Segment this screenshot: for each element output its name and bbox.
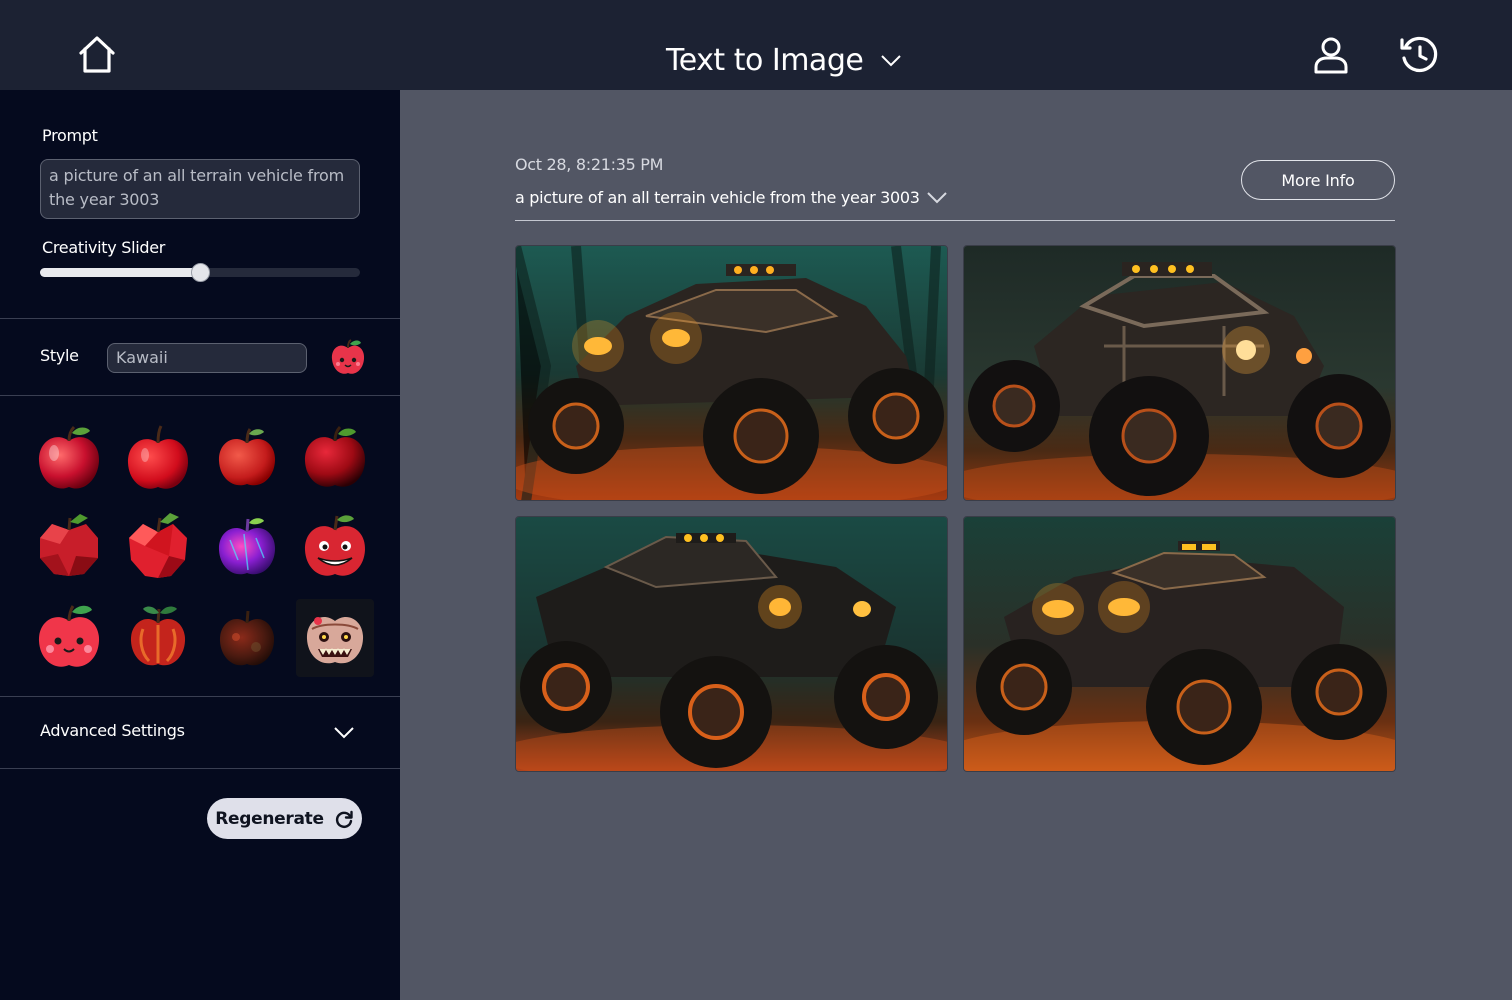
section-divider [0, 395, 400, 396]
faceted-red-apple-icon [129, 513, 187, 578]
top-bar: Text to Image [0, 0, 1512, 90]
section-divider [0, 318, 400, 319]
monster-truck-image [516, 517, 947, 771]
generated-image-4[interactable] [963, 516, 1396, 772]
header-divider [515, 220, 1395, 221]
style-option-grinning-apple[interactable] [296, 510, 374, 588]
rotten-apple-icon [219, 610, 275, 666]
style-option-monster-apple[interactable] [296, 599, 374, 677]
generated-image-3[interactable] [515, 516, 948, 772]
stylized-apple-icon [130, 606, 186, 666]
home-button[interactable] [76, 34, 118, 76]
history-icon [1400, 36, 1438, 72]
section-divider [0, 768, 400, 769]
style-option-stylized-apple[interactable] [119, 599, 197, 677]
glossy-red-apple-icon [38, 425, 100, 489]
creativity-slider-label: Creativity Slider [42, 238, 166, 257]
prompt-input[interactable]: a picture of an all terrain vehicle from… [40, 159, 360, 219]
kawaii-apple-icon [331, 339, 365, 374]
bright-red-apple-icon [127, 425, 189, 489]
style-option-low-poly-apple[interactable] [30, 510, 108, 588]
generation-timestamp: Oct 28, 8:21:35 PM [515, 155, 664, 174]
style-option-bright-red-apple[interactable] [119, 421, 197, 499]
style-grid [24, 415, 380, 681]
style-option-neon-purple-apple[interactable] [208, 510, 286, 588]
style-label: Style [40, 346, 79, 365]
generation-prompt: a picture of an all terrain vehicle from… [515, 187, 920, 207]
low-poly-apple-icon [40, 514, 98, 576]
more-info-button[interactable]: More Info [1241, 160, 1395, 200]
prompt-label: Prompt [42, 126, 98, 145]
style-option-dark-red-apple[interactable] [296, 421, 374, 499]
generated-image-2[interactable] [963, 245, 1396, 501]
style-preview [328, 338, 368, 378]
monster-truck-image [516, 246, 947, 500]
generated-image-1[interactable] [515, 245, 948, 501]
refresh-icon [335, 810, 353, 828]
classic-red-apple-icon [218, 428, 276, 486]
creativity-slider-thumb[interactable] [191, 263, 210, 282]
mode-selector[interactable]: Text to Image [666, 40, 903, 80]
kawaii-apple-icon [38, 605, 100, 667]
advanced-settings-toggle[interactable]: Advanced Settings [0, 697, 400, 767]
user-icon [1314, 37, 1348, 74]
regenerate-label: Regenerate [215, 808, 324, 829]
monster-apple-icon [306, 617, 364, 664]
chevron-down-icon [334, 727, 354, 739]
neon-purple-apple-icon [218, 518, 276, 575]
monster-truck-image [964, 517, 1395, 771]
history-button[interactable] [1398, 34, 1440, 76]
style-option-rotten-apple[interactable] [208, 599, 286, 677]
advanced-settings-label: Advanced Settings [40, 721, 185, 740]
chevron-down-icon [881, 55, 902, 67]
style-option-glossy-red-apple[interactable] [30, 421, 108, 499]
generation-prompt-toggle[interactable]: a picture of an all terrain vehicle from… [515, 185, 948, 209]
creativity-slider-fill [40, 268, 200, 277]
app-title: Text to Image [666, 42, 864, 78]
user-profile-button[interactable] [1310, 34, 1352, 76]
grinning-apple-icon [304, 515, 366, 576]
regenerate-button[interactable]: Regenerate [207, 798, 362, 839]
style-option-classic-red-apple[interactable] [208, 421, 286, 499]
chevron-down-icon [926, 192, 947, 204]
monster-truck-image [964, 246, 1395, 500]
dark-red-apple-icon [304, 425, 366, 487]
style-input[interactable]: Kawaii [107, 343, 307, 373]
style-option-kawaii-apple[interactable] [30, 599, 108, 677]
home-icon [79, 36, 115, 73]
style-option-faceted-red-apple[interactable] [119, 510, 197, 588]
settings-sidebar: Prompt a picture of an all terrain vehic… [0, 90, 400, 1000]
creativity-slider[interactable] [40, 263, 360, 282]
